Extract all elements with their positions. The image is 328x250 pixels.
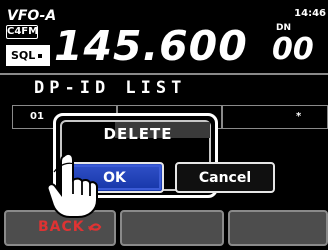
dialog-title: DELETE — [103, 125, 173, 143]
back-label: BACK — [38, 219, 85, 235]
list-row-number: 01 — [30, 111, 44, 122]
cancel-button[interactable]: Cancel — [175, 162, 275, 193]
pointing-hand-icon — [46, 152, 98, 218]
softkey-3[interactable] — [228, 210, 328, 246]
vfo-label: VFO-A — [7, 8, 57, 24]
sql-dot-icon — [38, 54, 43, 58]
back-arrow-icon — [88, 223, 102, 231]
softkey-2[interactable] — [120, 210, 224, 246]
mode-badge: C4FM — [6, 25, 39, 39]
list-title: DP-ID LIST — [34, 78, 187, 98]
clock: 14:46 — [294, 8, 326, 19]
sql-indicator: SQL — [6, 45, 50, 66]
list-row-marker: * — [296, 111, 302, 122]
list-cell[interactable] — [222, 105, 328, 129]
frequency-main: 145.600 — [54, 22, 248, 70]
divider — [0, 73, 328, 75]
radio-display: VFO-A C4FM SQL 14:46 145.600 DN 00 DP-ID… — [0, 0, 328, 250]
sql-label: SQL — [11, 49, 36, 62]
frequency-minor: 00 — [272, 32, 314, 67]
